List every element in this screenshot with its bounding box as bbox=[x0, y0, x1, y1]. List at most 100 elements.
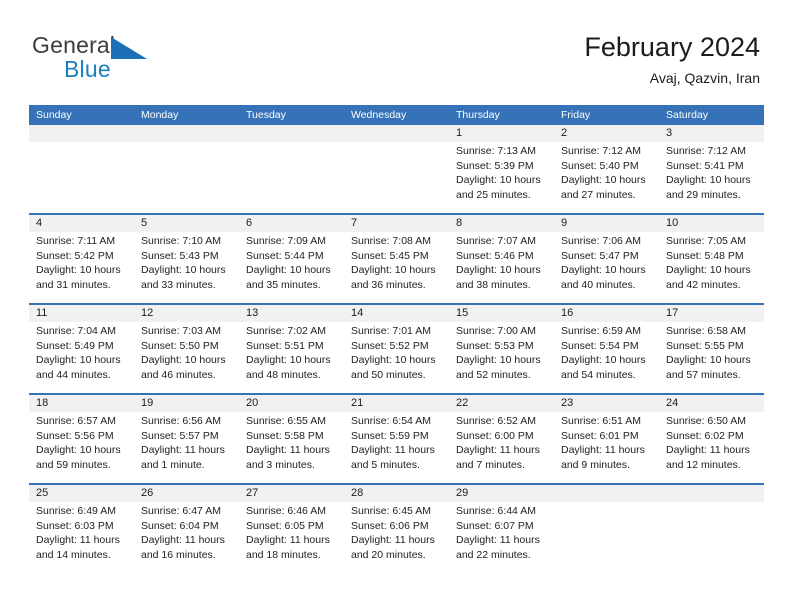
day-cell-empty bbox=[29, 142, 134, 213]
day-info-line: Daylight: 10 hours bbox=[141, 264, 226, 276]
day-info-line: Sunrise: 6:52 AM bbox=[456, 415, 536, 427]
day-cell[interactable]: Sunrise: 6:47 AM Sunset: 6:04 PM Daylight:… bbox=[134, 502, 239, 573]
day-number[interactable]: 24 bbox=[659, 395, 764, 412]
day-cell[interactable]: Sunrise: 7:06 AM Sunset: 5:47 PM Daylight:… bbox=[554, 232, 659, 303]
day-cell[interactable]: Sunrise: 7:12 AM Sunset: 5:41 PM Daylight:… bbox=[659, 142, 764, 213]
day-number[interactable]: 16 bbox=[554, 305, 659, 322]
day-number[interactable]: 20 bbox=[239, 395, 344, 412]
day-info-line: Sunrise: 6:56 AM bbox=[141, 415, 221, 427]
day-info-line: Daylight: 11 hours bbox=[456, 534, 540, 546]
day-info-line: and 33 minutes. bbox=[141, 278, 216, 291]
day-cell[interactable]: Sunrise: 7:07 AM Sunset: 5:46 PM Daylight:… bbox=[449, 232, 554, 303]
day-cell[interactable]: Sunrise: 6:51 AM Sunset: 6:01 PM Daylight:… bbox=[554, 412, 659, 483]
day-number[interactable]: 19 bbox=[134, 395, 239, 412]
day-number[interactable]: 5 bbox=[134, 215, 239, 232]
day-info-line: and 18 minutes. bbox=[246, 548, 321, 561]
title-block: February 2024 Avaj, Qazvin, Iran bbox=[584, 30, 760, 88]
day-info-line: Sunrise: 7:06 AM bbox=[561, 235, 641, 247]
day-number[interactable]: 27 bbox=[239, 485, 344, 502]
day-cell[interactable]: Sunrise: 6:49 AM Sunset: 6:03 PM Daylight:… bbox=[29, 502, 134, 573]
day-info-line: Daylight: 10 hours bbox=[666, 354, 751, 366]
calendar-page: General Blue February 2024 Avaj, Qazvin,… bbox=[0, 0, 792, 612]
day-info-line: and 50 minutes. bbox=[351, 368, 426, 381]
day-info-line: Sunset: 5:50 PM bbox=[141, 339, 219, 352]
day-cell[interactable]: Sunrise: 7:09 AM Sunset: 5:44 PM Daylight:… bbox=[239, 232, 344, 303]
day-cell[interactable]: Sunrise: 6:57 AM Sunset: 5:56 PM Daylight:… bbox=[29, 412, 134, 483]
day-info-line: Sunrise: 6:50 AM bbox=[666, 415, 746, 427]
day-number[interactable]: 8 bbox=[449, 215, 554, 232]
day-cell[interactable]: Sunrise: 6:52 AM Sunset: 6:00 PM Daylight:… bbox=[449, 412, 554, 483]
day-number[interactable]: 21 bbox=[344, 395, 449, 412]
day-info-line: Daylight: 11 hours bbox=[36, 534, 120, 546]
day-info-line: Daylight: 11 hours bbox=[141, 534, 225, 546]
day-info-line: Sunrise: 6:59 AM bbox=[561, 325, 641, 337]
day-info-line: Daylight: 11 hours bbox=[666, 444, 750, 456]
day-number[interactable]: 15 bbox=[449, 305, 554, 322]
day-info-line: Sunrise: 7:09 AM bbox=[246, 235, 326, 247]
day-info-line: Daylight: 10 hours bbox=[246, 354, 331, 366]
day-number[interactable]: 7 bbox=[344, 215, 449, 232]
day-number[interactable]: 12 bbox=[134, 305, 239, 322]
day-cell[interactable]: Sunrise: 7:08 AM Sunset: 5:45 PM Daylight:… bbox=[344, 232, 449, 303]
day-cell[interactable]: Sunrise: 7:10 AM Sunset: 5:43 PM Daylight:… bbox=[134, 232, 239, 303]
day-number[interactable]: 14 bbox=[344, 305, 449, 322]
day-number[interactable]: 6 bbox=[239, 215, 344, 232]
day-cell[interactable]: Sunrise: 6:56 AM Sunset: 5:57 PM Daylight:… bbox=[134, 412, 239, 483]
day-number[interactable]: 26 bbox=[134, 485, 239, 502]
day-number[interactable]: 23 bbox=[554, 395, 659, 412]
day-cell[interactable]: Sunrise: 7:13 AM Sunset: 5:39 PM Daylight:… bbox=[449, 142, 554, 213]
day-cell[interactable]: Sunrise: 6:54 AM Sunset: 5:59 PM Daylight:… bbox=[344, 412, 449, 483]
day-number[interactable]: 3 bbox=[659, 125, 764, 142]
day-info-line: Sunrise: 6:58 AM bbox=[666, 325, 746, 337]
day-cell[interactable]: Sunrise: 7:01 AM Sunset: 5:52 PM Daylight:… bbox=[344, 322, 449, 393]
day-cell[interactable]: Sunrise: 7:12 AM Sunset: 5:40 PM Daylight:… bbox=[554, 142, 659, 213]
day-info-line: and 40 minutes. bbox=[561, 278, 636, 291]
day-info-line: Daylight: 10 hours bbox=[456, 174, 541, 186]
day-info-line: Sunset: 5:47 PM bbox=[561, 249, 639, 262]
day-number[interactable]: 18 bbox=[29, 395, 134, 412]
day-number[interactable]: 17 bbox=[659, 305, 764, 322]
day-number-empty bbox=[29, 125, 134, 142]
week-day-number-band: 18 19 20 21 22 23 24 bbox=[29, 395, 764, 412]
day-number[interactable]: 28 bbox=[344, 485, 449, 502]
calendar-week-row: 4 5 6 7 8 9 10 Sunrise: 7:11 AM Sunset: 5:42 PM D… bbox=[29, 213, 764, 303]
brand-logo[interactable]: General Blue bbox=[32, 34, 252, 94]
day-cell[interactable]: Sunrise: 7:04 AM Sunset: 5:49 PM Daylight:… bbox=[29, 322, 134, 393]
day-cell-empty bbox=[344, 142, 449, 213]
day-cell[interactable]: Sunrise: 6:45 AM Sunset: 6:06 PM Daylight:… bbox=[344, 502, 449, 573]
day-cell[interactable]: Sunrise: 7:11 AM Sunset: 5:42 PM Daylight:… bbox=[29, 232, 134, 303]
day-info-line: Sunset: 5:39 PM bbox=[456, 159, 534, 172]
calendar-grid: Sunday Monday Tuesday Wednesday Thursday Frid… bbox=[29, 105, 764, 573]
day-info-line: Sunset: 5:42 PM bbox=[36, 249, 114, 262]
day-number[interactable]: 1 bbox=[449, 125, 554, 142]
day-cell[interactable]: Sunrise: 6:55 AM Sunset: 5:58 PM Daylight:… bbox=[239, 412, 344, 483]
day-number[interactable]: 4 bbox=[29, 215, 134, 232]
day-number[interactable]: 10 bbox=[659, 215, 764, 232]
day-number[interactable]: 9 bbox=[554, 215, 659, 232]
day-cell[interactable]: Sunrise: 6:46 AM Sunset: 6:05 PM Daylight:… bbox=[239, 502, 344, 573]
day-cell[interactable]: Sunrise: 7:02 AM Sunset: 5:51 PM Daylight:… bbox=[239, 322, 344, 393]
day-cell[interactable]: Sunrise: 6:59 AM Sunset: 5:54 PM Daylight:… bbox=[554, 322, 659, 393]
day-cell[interactable]: Sunrise: 7:05 AM Sunset: 5:48 PM Daylight:… bbox=[659, 232, 764, 303]
day-number[interactable]: 22 bbox=[449, 395, 554, 412]
day-info-line: Sunrise: 7:08 AM bbox=[351, 235, 431, 247]
day-number[interactable]: 25 bbox=[29, 485, 134, 502]
day-info-line: Sunrise: 7:03 AM bbox=[141, 325, 221, 337]
day-info-line: and 7 minutes. bbox=[456, 458, 525, 471]
day-cell[interactable]: Sunrise: 6:50 AM Sunset: 6:02 PM Daylight:… bbox=[659, 412, 764, 483]
day-number[interactable]: 29 bbox=[449, 485, 554, 502]
day-cell[interactable]: Sunrise: 7:00 AM Sunset: 5:53 PM Daylight:… bbox=[449, 322, 554, 393]
day-number[interactable]: 11 bbox=[29, 305, 134, 322]
day-cell[interactable]: Sunrise: 6:44 AM Sunset: 6:07 PM Daylight:… bbox=[449, 502, 554, 573]
week-day-number-band: 123 bbox=[29, 125, 764, 142]
day-info-line: Daylight: 11 hours bbox=[141, 444, 225, 456]
day-cell[interactable]: Sunrise: 6:58 AM Sunset: 5:55 PM Daylight:… bbox=[659, 322, 764, 393]
day-info-line: Sunrise: 6:44 AM bbox=[456, 505, 536, 517]
day-cell[interactable]: Sunrise: 7:03 AM Sunset: 5:50 PM Daylight:… bbox=[134, 322, 239, 393]
day-number[interactable]: 2 bbox=[554, 125, 659, 142]
day-number[interactable]: 13 bbox=[239, 305, 344, 322]
day-info-line: and 20 minutes. bbox=[351, 548, 426, 561]
week-day-number-band: 11 12 13 14 15 16 17 bbox=[29, 305, 764, 322]
day-info-line: Sunset: 5:54 PM bbox=[561, 339, 639, 352]
day-info-line: and 9 minutes. bbox=[561, 458, 630, 471]
